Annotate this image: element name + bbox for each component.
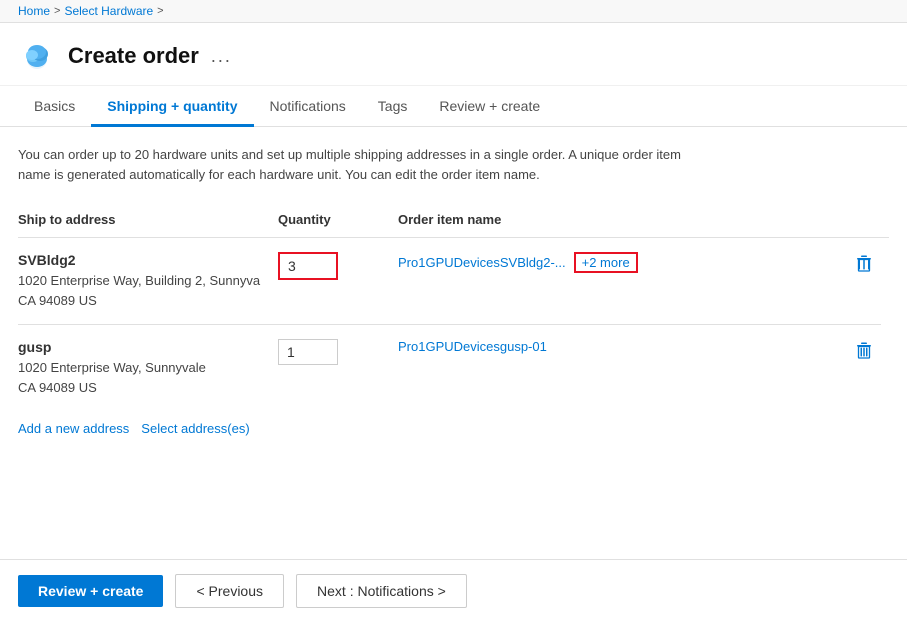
tab-shipping[interactable]: Shipping + quantity: [91, 88, 253, 127]
address-name-1: SVBldg2: [18, 252, 270, 268]
tab-review[interactable]: Review + create: [423, 88, 556, 127]
col-header-ship: Ship to address: [18, 206, 278, 238]
delete-cell-2: [849, 325, 889, 401]
select-address-link[interactable]: Select address(es): [141, 421, 249, 436]
page-title: Create order: [68, 43, 199, 69]
order-table: Ship to address Quantity Order item name…: [18, 206, 889, 401]
table-row: SVBldg2 1020 Enterprise Way, Building 2,…: [18, 238, 889, 315]
more-badge-1[interactable]: +2 more: [574, 252, 638, 273]
table-row: gusp 1020 Enterprise Way, Sunnyvale CA 9…: [18, 325, 889, 401]
tabs-container: Basics Shipping + quantity Notifications…: [0, 88, 907, 127]
breadcrumb-bar: Home > Select Hardware >: [0, 0, 907, 23]
quantity-input-2[interactable]: [278, 339, 338, 365]
address-links: Add a new address Select address(es): [18, 421, 889, 436]
address-line1-2: 1020 Enterprise Way, Sunnyvale: [18, 358, 270, 378]
col-header-name: Order item name: [398, 206, 849, 238]
breadcrumb-sep1: >: [54, 5, 60, 17]
quantity-cell-1: [278, 238, 398, 315]
breadcrumb-sep2: >: [157, 5, 163, 17]
delete-cell-1: [849, 238, 889, 315]
description-text: You can order up to 20 hardware units an…: [18, 145, 698, 184]
address-cell-2: gusp 1020 Enterprise Way, Sunnyvale CA 9…: [18, 325, 278, 401]
row-divider-1: [18, 314, 889, 325]
delete-button-2[interactable]: [849, 339, 879, 361]
next-notifications-button[interactable]: Next : Notifications >: [296, 574, 467, 608]
add-address-link[interactable]: Add a new address: [18, 421, 129, 436]
quantity-input-1[interactable]: [278, 252, 338, 280]
more-options-button[interactable]: ...: [211, 46, 232, 67]
order-name-cell-2: Pro1GPUDevicesgusp-01: [398, 325, 849, 401]
page-header: Create order ...: [0, 23, 907, 86]
tab-tags[interactable]: Tags: [362, 88, 424, 127]
col-header-qty: Quantity: [278, 206, 398, 238]
breadcrumb-select-hardware[interactable]: Select Hardware: [64, 4, 153, 18]
address-line2-2: CA 94089 US: [18, 378, 270, 398]
breadcrumb-home[interactable]: Home: [18, 4, 50, 18]
address-name-2: gusp: [18, 339, 270, 355]
footer: Review + create < Previous Next : Notifi…: [0, 559, 907, 622]
address-line2-1: CA 94089 US: [18, 291, 270, 311]
previous-button[interactable]: < Previous: [175, 574, 284, 608]
address-line1-1: 1020 Enterprise Way, Building 2, Sunnyva: [18, 271, 270, 291]
delete-button-1[interactable]: [849, 252, 879, 274]
address-cell-1: SVBldg2 1020 Enterprise Way, Building 2,…: [18, 238, 278, 315]
order-name-cell-1: Pro1GPUDevicesSVBldg2-... +2 more: [398, 238, 849, 315]
review-create-button[interactable]: Review + create: [18, 575, 163, 607]
main-content: You can order up to 20 hardware units an…: [0, 127, 907, 436]
cloud-icon: [18, 37, 56, 75]
order-name-link-2[interactable]: Pro1GPUDevicesgusp-01: [398, 339, 547, 354]
order-name-link-1[interactable]: Pro1GPUDevicesSVBldg2-...: [398, 255, 566, 270]
quantity-cell-2: [278, 325, 398, 401]
tab-basics[interactable]: Basics: [18, 88, 91, 127]
tab-notifications[interactable]: Notifications: [254, 88, 362, 127]
